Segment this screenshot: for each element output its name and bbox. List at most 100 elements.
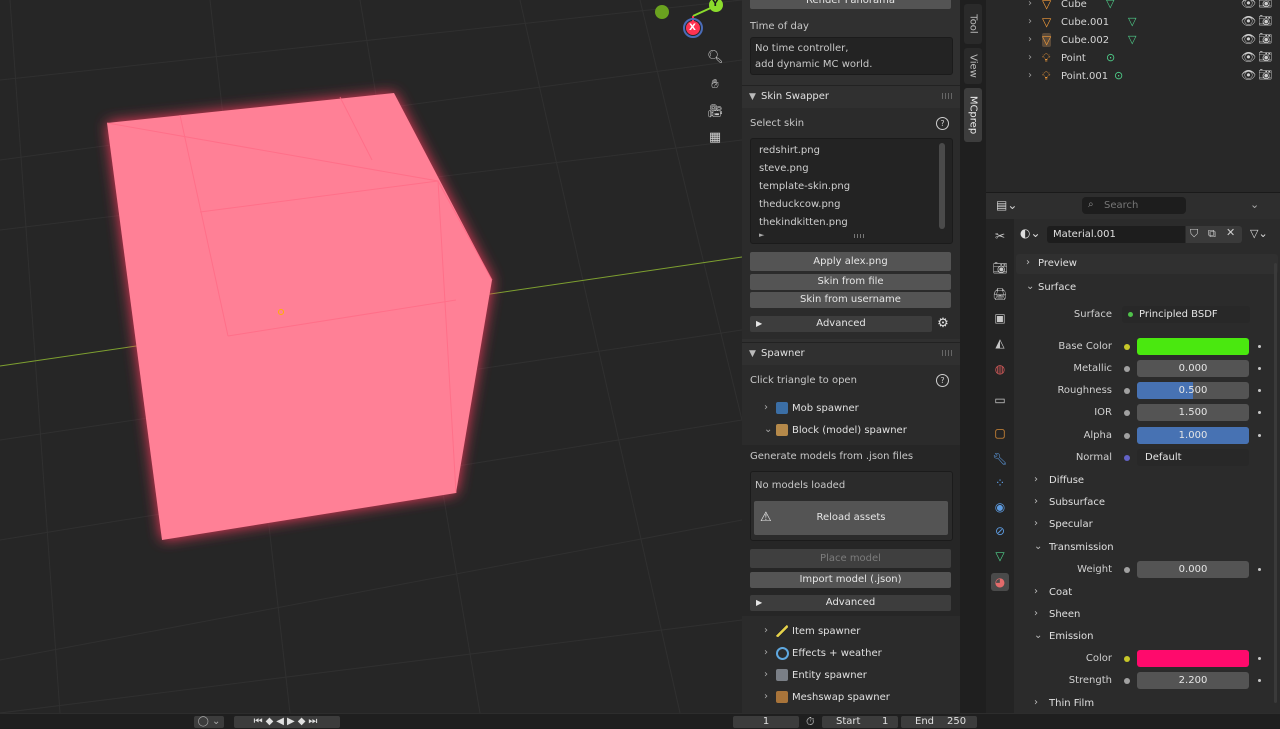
outliner-object-name[interactable]: Cube.002 [1061,35,1109,46]
jump-end-icon[interactable]: ⏭ [308,716,320,727]
ior-field[interactable]: 1.500 [1137,404,1249,421]
collection-tab-icon[interactable]: ▭ [991,391,1009,409]
world-tab-icon[interactable]: ◍ [991,360,1009,378]
search-input[interactable]: ⌕ Search [1082,197,1186,214]
tab-mcprep[interactable]: MCprep [964,88,982,142]
skin-swapper-header[interactable]: ▼ Skin Swapper [742,86,960,108]
mob-spawner-row[interactable]: › Mob spawner [742,398,960,420]
camera-icon[interactable]: 📷︎ [1258,14,1272,27]
surface-section-header[interactable]: ⌄ Surface [1016,278,1278,298]
base-color-swatch[interactable] [1137,338,1249,355]
spawner-header[interactable]: ▼ Spawner [742,343,960,365]
outliner-row[interactable]: › ▽ Cube ▽ 👁︎ 📷︎ [986,0,1280,14]
chevron-right-icon[interactable]: › [764,402,768,413]
collapse-triangle-icon[interactable]: ▼ [749,349,756,359]
current-frame-field[interactable]: 1 [733,716,799,728]
spawner-advanced-toggle[interactable]: ▶ Advanced [750,595,951,611]
apply-skin-button[interactable]: Apply alex.png [750,252,951,271]
float-socket-icon[interactable] [1124,388,1130,394]
chevron-right-icon[interactable]: › [764,647,768,658]
play-icon[interactable]: ▶ [287,716,298,727]
chevron-down-icon[interactable]: ⌄ [764,424,772,435]
chevron-right-icon[interactable]: › [764,691,768,702]
color-socket-icon[interactable] [1124,344,1130,350]
camera-icon[interactable]: 📷︎ [1258,32,1272,45]
chevron-right-icon[interactable]: › [1034,586,1038,597]
editor-type-menu[interactable]: ▤⌄ [996,198,1022,214]
tab-view[interactable]: View [964,48,982,84]
data-tab-icon[interactable]: ▽ [991,547,1009,565]
camera-icon[interactable]: 📷︎ [1258,0,1272,9]
float-socket-icon[interactable] [1124,366,1130,372]
chevron-down-icon[interactable]: ⌄ [1026,281,1034,292]
transmission-section-header[interactable]: ⌄ Transmission [1016,538,1278,558]
keyframe-dot-icon[interactable] [1258,434,1261,437]
camera-icon[interactable]: 📷︎ [1258,50,1272,63]
item-spawner-row[interactable]: › Item spawner [742,621,960,643]
outliner-row[interactable]: › 💡︎ Point.001 ⊙ 👁︎ 📷︎ [986,68,1280,86]
diffuse-section-header[interactable]: › Diffuse [1016,471,1278,491]
strength-field[interactable]: 2.200 [1137,672,1249,689]
chevron-down-icon[interactable]: ⌄ [1034,630,1042,641]
3d-viewport[interactable]: Y X 🔍︎ ✋︎ 🎥︎ ▦ [0,0,742,713]
reload-assets-button[interactable]: ⚠ Reload assets [754,501,948,535]
float-socket-icon[interactable] [1124,678,1130,684]
prev-keyframe-icon[interactable]: ◆ [266,716,277,727]
import-model-button[interactable]: Import model (.json) [750,572,951,588]
physics-tab-icon[interactable]: ◉ [991,498,1009,516]
preview-section-header[interactable]: › Preview [1016,254,1278,274]
particles-tab-icon[interactable]: ⁘ [991,474,1009,492]
render-tab-icon[interactable]: 📷︎ [991,259,1009,277]
outliner-object-name[interactable]: Cube [1061,0,1087,10]
entity-spawner-row[interactable]: › Entity spawner [742,665,960,687]
float-socket-icon[interactable] [1124,433,1130,439]
surface-shader-dropdown[interactable]: Principled BSDF [1122,306,1250,323]
outliner-row[interactable]: › ▽ Cube.001 ▽ 👁︎ 📷︎ [986,14,1280,32]
subsurface-section-header[interactable]: › Subsurface [1016,493,1278,513]
eye-icon[interactable]: 👁︎ [1241,50,1256,64]
vector-socket-icon[interactable] [1124,455,1130,461]
coat-section-header[interactable]: › Coat [1016,583,1278,603]
fake-user-shield-icon[interactable]: ⛉ [1190,227,1198,241]
chevron-right-icon[interactable]: › [1034,518,1038,529]
keyframe-dot-icon[interactable] [1258,657,1261,660]
skin-list-item[interactable]: thekindkitten.png [759,217,848,228]
specular-section-header[interactable]: › Specular [1016,515,1278,535]
list-scrollbar[interactable] [939,143,945,229]
keyframe-dot-icon[interactable] [1258,679,1261,682]
effects-weather-row[interactable]: › Effects + weather [742,643,960,665]
eye-icon[interactable]: 👁︎ [1241,68,1256,82]
chevron-right-icon[interactable]: › [1034,697,1038,708]
eye-icon[interactable]: 👁︎ [1241,32,1256,46]
start-frame-field[interactable]: Start 1 [822,716,898,728]
chevron-right-icon[interactable]: › [1028,16,1032,27]
list-resize-grip[interactable] [854,234,864,238]
emission-color-swatch[interactable] [1137,650,1249,667]
outliner-object-name[interactable]: Point.001 [1061,71,1108,82]
drag-grip-icon[interactable] [942,93,952,99]
keyframe-dot-icon[interactable] [1258,389,1261,392]
camera-icon[interactable]: 📷︎ [1258,68,1272,81]
help-icon[interactable]: ? [936,374,949,387]
eye-icon[interactable]: 👁︎ [1241,0,1256,10]
chevron-right-icon[interactable]: › [1026,257,1030,268]
material-name-field[interactable]: Material.001 [1047,226,1185,243]
thin-film-section-header[interactable]: › Thin Film [1016,694,1278,714]
chevron-right-icon[interactable]: › [1034,474,1038,485]
outliner-object-name[interactable]: Cube.001 [1061,17,1109,28]
play-reverse-icon[interactable]: ◀ [276,716,287,727]
place-model-button[interactable]: Place model [750,549,951,568]
tool-tab-icon[interactable]: ✂ [991,227,1009,245]
skin-list[interactable]: redshirt.png steve.png template-skin.png… [750,138,953,244]
outliner-object-name[interactable]: Point [1061,53,1086,64]
skin-list-item[interactable]: theduckcow.png [759,199,840,210]
zoom-icon[interactable]: 🔍︎ [707,50,724,66]
weight-field[interactable]: 0.000 [1137,561,1249,578]
float-socket-icon[interactable] [1124,410,1130,416]
light-data-icon[interactable]: ⊙ [1106,51,1115,64]
tab-tool[interactable]: Tool [964,4,982,44]
meshswap-spawner-row[interactable]: › Meshswap spawner [742,687,960,709]
chevron-right-icon[interactable]: › [764,669,768,680]
keyframe-dot-icon[interactable] [1258,345,1261,348]
chevron-down-icon[interactable]: ⌄ [1034,541,1042,552]
